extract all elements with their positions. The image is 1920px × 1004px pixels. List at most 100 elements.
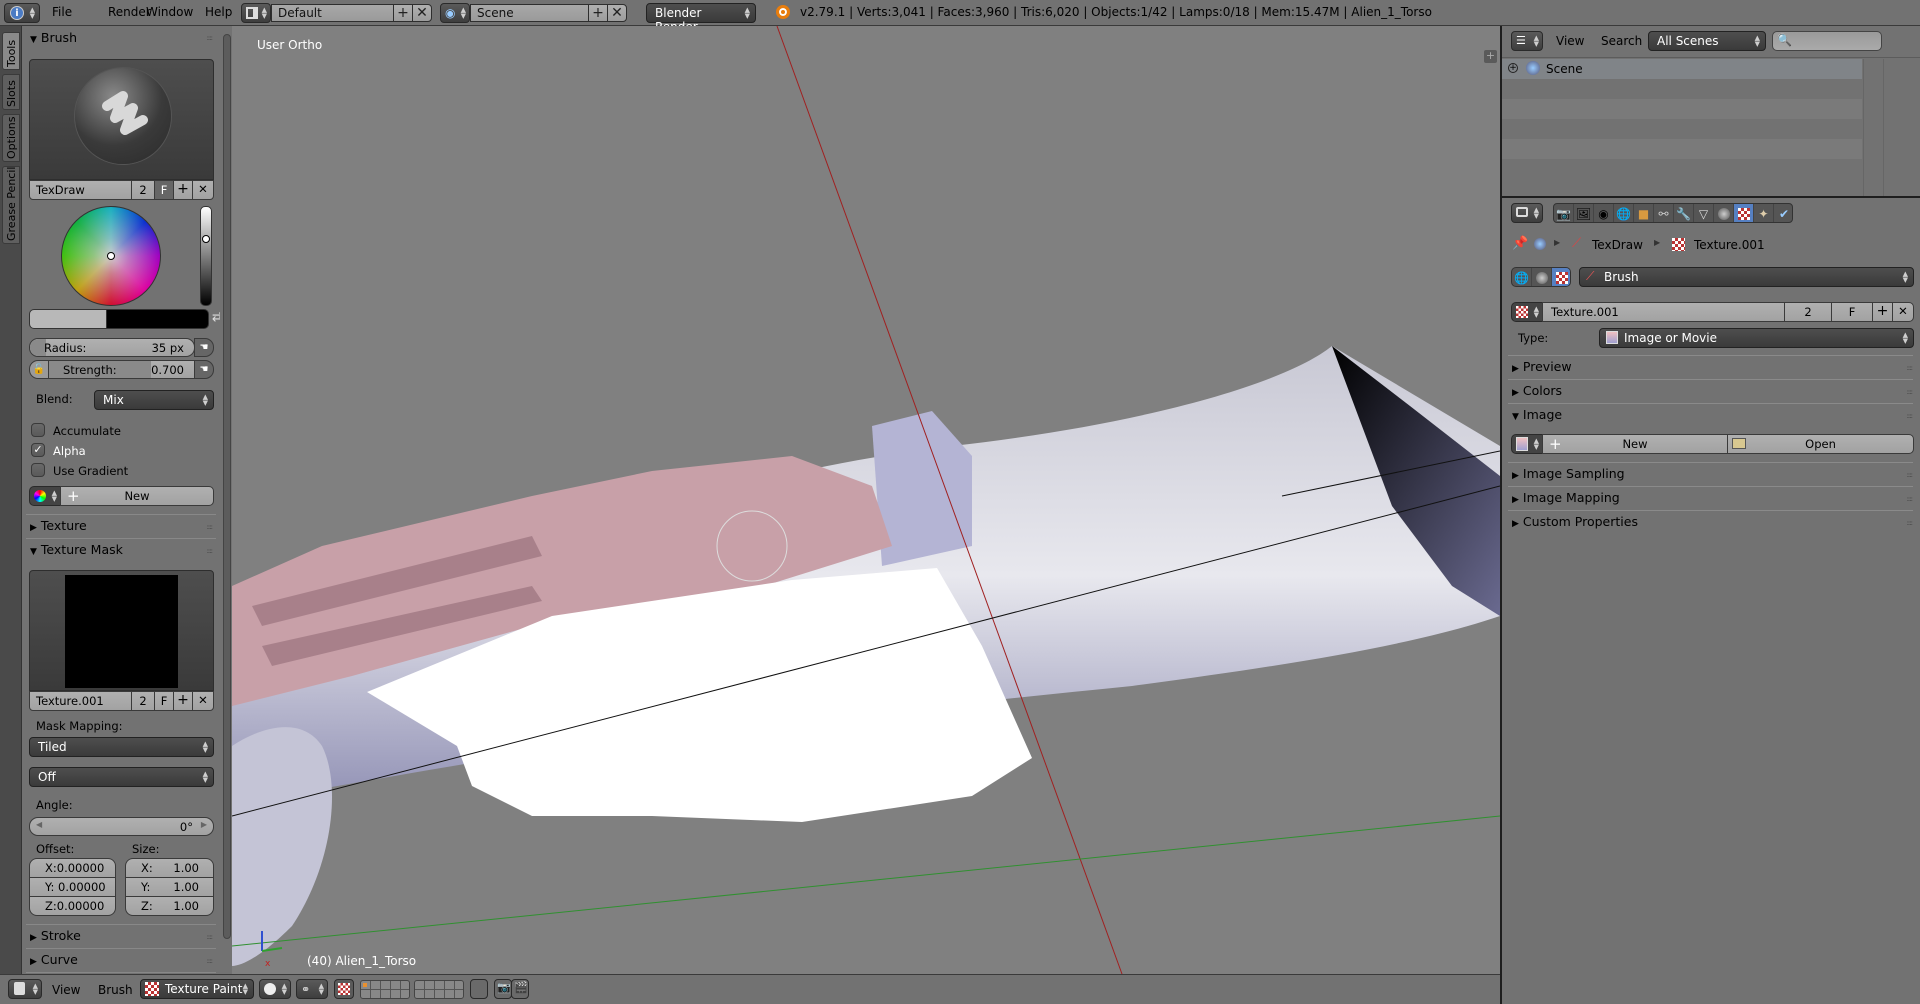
drag-grip-icon[interactable]: :::: xyxy=(1907,412,1914,420)
modifiers-tab-icon[interactable]: 🔧 xyxy=(1674,204,1694,222)
angle-field[interactable]: ◀ 0° ▶ xyxy=(29,817,214,836)
outliner-editor-type[interactable]: ☰ ▲ ▼ xyxy=(1511,31,1543,51)
delete-brush-icon[interactable]: ✕ xyxy=(192,180,214,200)
outliner-search-input[interactable]: 🔍 xyxy=(1772,31,1882,51)
texture-slots-toggle[interactable] xyxy=(334,979,354,999)
drag-grip-icon[interactable]: :::: xyxy=(1907,388,1914,396)
texture-browse[interactable]: ▲ ▼ xyxy=(1511,302,1543,322)
brush-panel-header[interactable]: ▼ Brush xyxy=(30,30,77,45)
pin-icon[interactable]: 📌 xyxy=(1512,236,1528,251)
accumulate-checkbox[interactable] xyxy=(31,423,45,437)
image-sampling-panel-header[interactable]: ▶ Image Sampling xyxy=(1512,466,1625,481)
menu-brush[interactable]: Brush xyxy=(98,983,133,997)
object-tab-icon[interactable]: ■ xyxy=(1634,204,1654,222)
editor-type-button[interactable]: ▲ ▼ xyxy=(8,979,42,999)
tab-tools[interactable]: Tools xyxy=(2,32,20,70)
menu-render[interactable]: Render xyxy=(108,5,151,19)
texture-type-select[interactable]: Image or Movie ▲ ▼ xyxy=(1599,328,1914,348)
mask-pressure-select[interactable]: Off ▲ ▼ xyxy=(29,767,214,787)
texture-mask-panel-header[interactable]: ▼ Texture Mask xyxy=(30,542,123,557)
size-y-field[interactable]: Y: 1.00 xyxy=(125,877,214,897)
menu-help[interactable]: Help xyxy=(205,5,232,19)
brush-name-field[interactable]: TexDraw xyxy=(29,180,132,200)
layers-grid-1[interactable] xyxy=(360,980,410,999)
texture-user-select[interactable]: ⟋ Brush ▲ ▼ xyxy=(1579,267,1914,287)
viewport-shading-select[interactable]: ▲ ▼ xyxy=(259,979,291,999)
open-image-button[interactable]: Open xyxy=(1727,434,1914,454)
properties-region-toggle[interactable]: + xyxy=(1484,50,1497,63)
brush-texture-icon[interactable] xyxy=(1552,268,1570,286)
texture-panel-header[interactable]: ▶ Texture xyxy=(30,518,87,533)
brush-users[interactable]: 2 xyxy=(131,180,155,200)
delete-screen-icon[interactable]: ✕ xyxy=(412,4,432,22)
offset-x-field[interactable]: X:0.00000 xyxy=(29,858,116,878)
curve-panel-header[interactable]: ▶ Curve xyxy=(30,952,78,967)
tab-grease-pencil[interactable]: Grease Pencil xyxy=(2,166,20,244)
data-tab-icon[interactable]: ▽ xyxy=(1694,204,1714,222)
world-tab-icon[interactable]: 🌐 xyxy=(1614,204,1634,222)
mask-users[interactable]: 2 xyxy=(131,691,155,711)
alpha-checkbox[interactable]: ✓ xyxy=(31,443,45,457)
drag-grip-icon[interactable]: :::: xyxy=(1907,495,1914,503)
blend-select[interactable]: Mix ▲ ▼ xyxy=(94,390,214,410)
primary-color-swatch[interactable] xyxy=(29,309,107,329)
image-mapping-panel-header[interactable]: ▶ Image Mapping xyxy=(1512,490,1620,505)
image-panel-header[interactable]: ▼ Image xyxy=(1512,407,1562,422)
render-animation-icon[interactable]: 🎬 xyxy=(511,979,529,999)
strength-slider[interactable]: Strength: 0.700 xyxy=(48,360,195,379)
drag-grip-icon[interactable]: :::: xyxy=(207,933,214,941)
texture-name-field[interactable]: Texture.001 xyxy=(1542,302,1785,322)
secondary-color-swatch[interactable] xyxy=(106,309,209,329)
delete-scene-icon[interactable]: ✕ xyxy=(607,4,627,22)
screen-layout-name[interactable]: Default xyxy=(271,4,394,22)
scene-tab-icon[interactable]: ◉ xyxy=(1594,204,1614,222)
outliner-menu-search[interactable]: Search xyxy=(1601,34,1642,48)
radius-pressure-icon[interactable]: ☚ xyxy=(194,338,214,357)
drag-grip-icon[interactable]: :::: xyxy=(207,34,214,42)
radius-slider[interactable]: Radius: 35 px xyxy=(29,338,195,357)
world-texture-icon[interactable]: 🌐 xyxy=(1512,268,1532,286)
mask-texture-preview[interactable] xyxy=(29,570,214,691)
render-engine-select[interactable]: Blender Render ▲▼ xyxy=(646,3,756,34)
brush-fake-user[interactable]: F xyxy=(154,180,174,200)
mask-texture-name[interactable]: Texture.001 xyxy=(29,691,132,711)
colors-panel-header[interactable]: ▶ Colors xyxy=(1512,383,1562,398)
pivot-select[interactable]: ⚭ ▲ ▼ xyxy=(296,979,328,999)
decrement-arrow-icon[interactable]: ◀ xyxy=(36,820,42,829)
scene-browse[interactable]: ◉ ▲ ▼ xyxy=(440,3,470,23)
offset-y-field[interactable]: Y: 0.00000 xyxy=(29,877,116,897)
delete-texture-icon[interactable]: ✕ xyxy=(1892,302,1914,322)
drag-grip-icon[interactable]: :::: xyxy=(207,547,214,555)
add-mask-texture-icon[interactable]: + xyxy=(173,691,193,711)
render-camera-icon[interactable]: 📷 xyxy=(494,979,512,999)
color-picker-cursor[interactable] xyxy=(107,252,115,260)
swap-colors-icon[interactable]: ⇄ xyxy=(212,310,220,328)
delete-mask-texture-icon[interactable]: ✕ xyxy=(192,691,214,711)
custom-properties-panel-header[interactable]: ▶ Custom Properties xyxy=(1512,514,1638,529)
render-layers-tab-icon[interactable]: 🖼 xyxy=(1574,204,1594,222)
outliner-row[interactable]: + Scene xyxy=(1502,59,1862,79)
render-tab-icon[interactable]: 📷 xyxy=(1554,204,1574,222)
tab-options[interactable]: Options xyxy=(2,114,20,162)
palette-browse[interactable]: ▲ ▼ xyxy=(29,486,61,506)
drag-grip-icon[interactable]: :::: xyxy=(1907,519,1914,527)
screen-layout-browse[interactable]: ▲ ▼ xyxy=(241,3,271,23)
add-scene-icon[interactable]: + xyxy=(588,4,608,22)
expand-icon[interactable]: + xyxy=(1508,63,1518,73)
size-x-field[interactable]: X: 1.00 xyxy=(125,858,214,878)
drag-grip-icon[interactable]: :::: xyxy=(207,523,214,531)
scene-name[interactable]: Scene xyxy=(470,4,589,22)
new-palette-button[interactable]: + New xyxy=(60,486,214,506)
color-wheel[interactable] xyxy=(61,206,161,306)
preview-panel-header[interactable]: ▶ Preview xyxy=(1512,359,1572,374)
add-brush-icon[interactable]: + xyxy=(173,180,193,200)
mask-fake-user[interactable]: F xyxy=(154,691,174,711)
image-browse[interactable]: ▲ ▼ xyxy=(1511,434,1543,454)
editor-type-button[interactable]: i ▲ ▼ xyxy=(4,3,40,23)
constraints-tab-icon[interactable]: ⚯ xyxy=(1654,204,1674,222)
use-gradient-checkbox[interactable] xyxy=(31,463,45,477)
strength-lock-icon[interactable]: 🔓 xyxy=(29,360,49,379)
physics-tab-icon[interactable]: ✔ xyxy=(1774,204,1792,222)
material-tab-icon[interactable] xyxy=(1714,204,1734,222)
stroke-panel-header[interactable]: ▶ Stroke xyxy=(30,928,81,943)
